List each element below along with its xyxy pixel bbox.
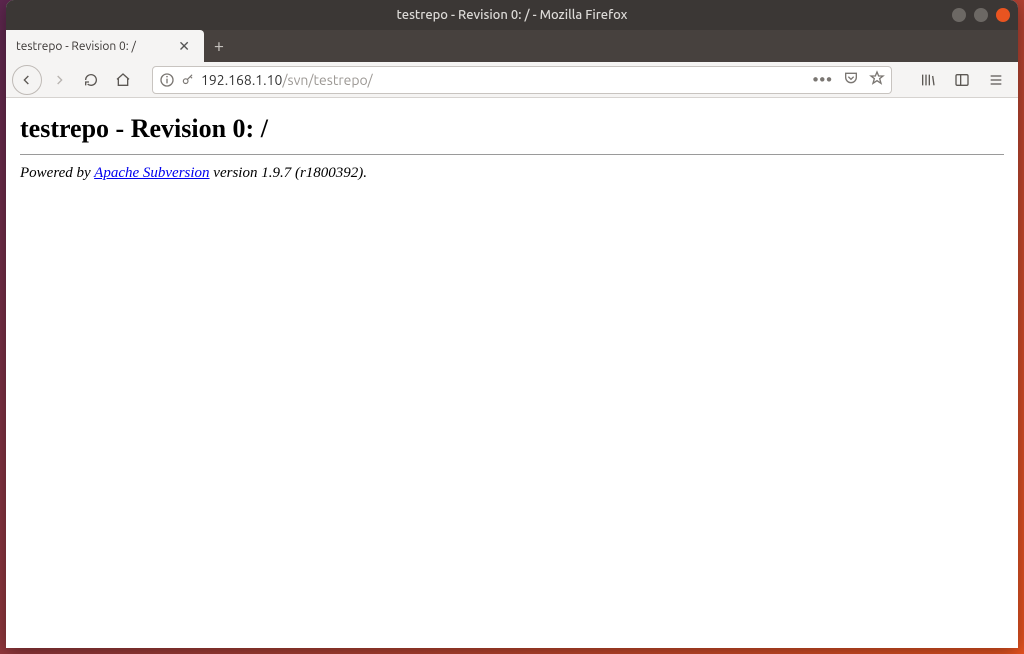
reload-button[interactable] bbox=[76, 65, 106, 95]
sidebar-icon bbox=[954, 72, 970, 88]
forward-button[interactable] bbox=[44, 65, 74, 95]
home-button[interactable] bbox=[108, 65, 138, 95]
library-button[interactable] bbox=[914, 65, 942, 95]
reload-icon bbox=[83, 72, 99, 88]
url-host: 192.168.1.10 bbox=[201, 72, 282, 88]
window-controls bbox=[952, 8, 1010, 22]
tab-close-icon[interactable]: ✕ bbox=[174, 38, 194, 55]
address-bar[interactable]: 192.168.1.10/svn/testrepo/ ••• bbox=[152, 66, 892, 94]
new-tab-button[interactable]: + bbox=[204, 30, 234, 62]
horizontal-rule bbox=[20, 154, 1004, 155]
bookmark-star-icon[interactable] bbox=[869, 70, 885, 90]
browser-tab[interactable]: testrepo - Revision 0: / ✕ bbox=[6, 30, 204, 62]
url-actions: ••• bbox=[813, 70, 885, 90]
pocket-icon[interactable] bbox=[843, 70, 859, 90]
minimize-button[interactable] bbox=[952, 8, 966, 22]
powered-suffix: version 1.9.7 (r1800392). bbox=[210, 165, 368, 181]
close-button[interactable] bbox=[996, 8, 1010, 22]
sidebar-button[interactable] bbox=[948, 65, 976, 95]
powered-prefix: Powered by bbox=[20, 165, 94, 181]
tab-strip: testrepo - Revision 0: / ✕ + bbox=[6, 30, 1018, 62]
home-icon bbox=[115, 72, 131, 88]
page-heading: testrepo - Revision 0: / bbox=[20, 114, 1004, 144]
arrow-left-icon bbox=[19, 72, 35, 88]
tab-label: testrepo - Revision 0: / bbox=[16, 40, 174, 53]
maximize-button[interactable] bbox=[974, 8, 988, 22]
powered-by-line: Powered by Apache Subversion version 1.9… bbox=[20, 165, 1004, 182]
key-icon[interactable] bbox=[181, 73, 195, 87]
window-title: testrepo - Revision 0: / - Mozilla Firef… bbox=[397, 8, 628, 22]
navigation-toolbar: 192.168.1.10/svn/testrepo/ ••• bbox=[6, 62, 1018, 98]
apache-subversion-link[interactable]: Apache Subversion bbox=[94, 165, 209, 181]
hamburger-icon bbox=[988, 72, 1004, 88]
url-text: 192.168.1.10/svn/testrepo/ bbox=[201, 72, 807, 88]
url-path: /svn/testrepo/ bbox=[282, 72, 372, 88]
menu-button[interactable] bbox=[982, 65, 1010, 95]
toolbar-right-icons bbox=[914, 65, 1010, 95]
arrow-right-icon bbox=[51, 72, 67, 88]
library-icon bbox=[920, 72, 936, 88]
info-icon[interactable] bbox=[159, 72, 175, 88]
page-content: testrepo - Revision 0: / Powered by Apac… bbox=[6, 98, 1018, 648]
back-button[interactable] bbox=[12, 65, 42, 95]
window-titlebar: testrepo - Revision 0: / - Mozilla Firef… bbox=[6, 0, 1018, 30]
page-actions-icon[interactable]: ••• bbox=[813, 71, 833, 89]
